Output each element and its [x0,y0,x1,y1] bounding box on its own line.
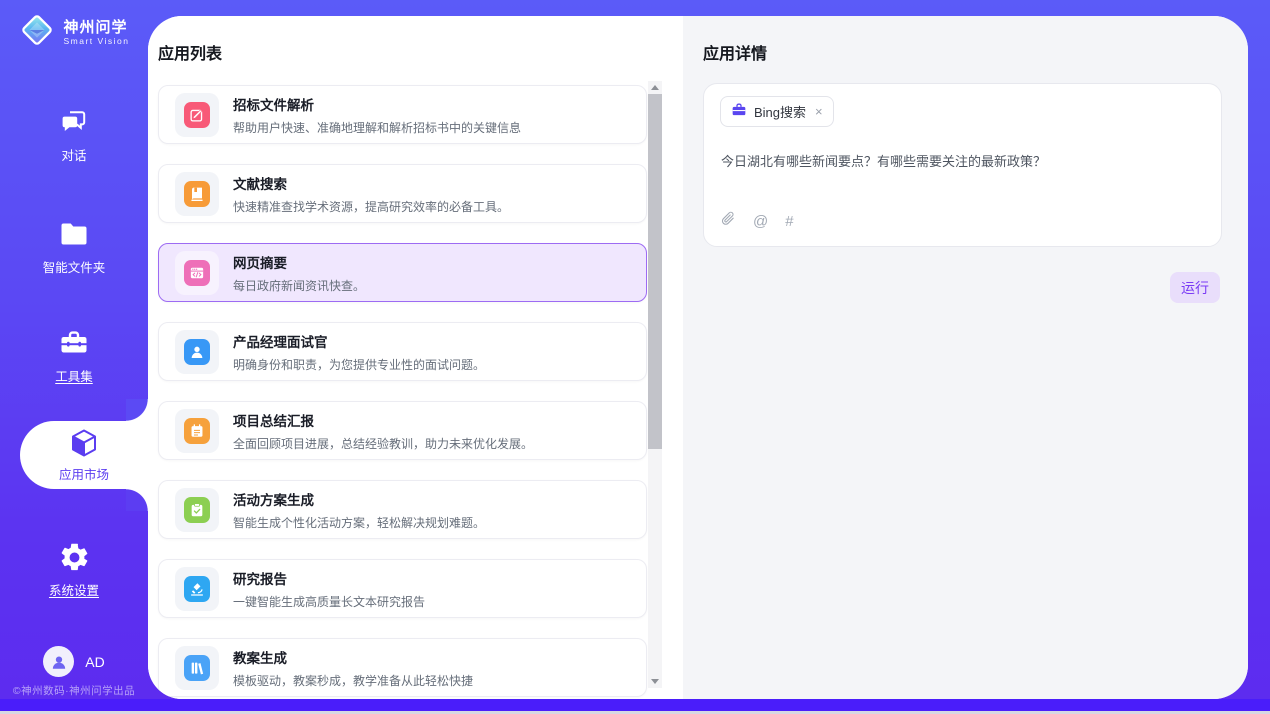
folder-icon [59,218,89,250]
run-button[interactable]: 运行 [1170,272,1220,303]
diamond-logo-icon [18,11,56,54]
gear-icon [58,541,91,573]
clipboard-check-icon [184,497,210,523]
briefcase-icon [731,102,747,122]
sidebar-item-工具集[interactable]: 工具集 [0,327,148,385]
sidebar-footer: ©神州数码·神州问学出品 [0,683,148,698]
app-card-title: 活动方案生成 [233,489,485,509]
app-card[interactable]: 研究报告 一键智能生成高质量长文本研究报告 [158,559,647,618]
person-icon [184,339,210,365]
app-card-desc: 快速精准查找学术资源，提高研究效率的必备工具。 [233,198,509,215]
close-icon[interactable]: × [815,104,823,119]
app-card-desc: 一键智能生成高质量长文本研究报告 [233,593,425,610]
app-card-title: 招标文件解析 [233,94,521,114]
toolbox-icon [58,327,90,359]
app-card[interactable]: 产品经理面试官 明确身份和职责，为您提供专业性的面试问题。 [158,322,647,381]
app-card[interactable]: 活动方案生成 智能生成个性化活动方案，轻松解决规划难题。 [158,480,647,539]
tool-tag-bing[interactable]: Bing搜索 × [720,96,834,127]
app-card-title: 网页摘要 [233,252,365,272]
scroll-up-icon[interactable] [648,81,662,94]
hash-icon[interactable]: # [785,214,793,229]
app-card-desc: 模板驱动，教案秒成，教学准备从此轻松快捷 [233,672,473,689]
app-card-title: 产品经理面试官 [233,331,485,351]
app-card[interactable]: 招标文件解析 帮助用户快速、准确地理解和解析招标书中的关键信息 [158,85,647,144]
scrollbar-thumb[interactable] [648,94,662,449]
app-card-title: 研究报告 [233,568,425,588]
cube-icon [68,427,100,459]
app-card[interactable]: 文献搜索 快速精准查找学术资源，提高研究效率的必备工具。 [158,164,647,223]
user-account[interactable]: AD [0,646,148,677]
app-card-desc: 每日政府新闻资讯快查。 [233,277,365,294]
main-content: 应用列表 招标文件解析 帮助用户快速、准确地理解和解析招标书中的关键信息 文献搜… [148,16,1248,699]
avatar [43,646,74,677]
app-card-desc: 明确身份和职责，为您提供专业性的面试问题。 [233,356,485,373]
note-icon [184,418,210,444]
sidebar-item-系统设置[interactable]: 系统设置 [0,541,148,599]
sidebar-item-智能文件夹[interactable]: 智能文件夹 [0,218,148,276]
prompt-card: Bing搜索 × 今日湖北有哪些新闻要点？有哪些需要关注的最新政策？ @ # [703,83,1222,247]
app-card-desc: 全面回顾项目进展，总结经验教训，助力未来优化发展。 [233,435,533,452]
bottom-bar [0,699,1270,711]
app-detail-panel: 应用详情 Bing搜索 × 今日湖北有哪些新闻要点？有哪些需要关注的最新政策？ [683,16,1248,699]
browser-icon [184,260,210,286]
app-card-title: 项目总结汇报 [233,410,533,430]
app-card-title: 教案生成 [233,647,473,667]
prompt-text[interactable]: 今日湖北有哪些新闻要点？有哪些需要关注的最新政策？ [721,153,1201,171]
microscope-icon [184,576,210,602]
brand-logo: 神州问学 Smart Vision [0,11,148,54]
app-card[interactable]: 教案生成 模板驱动，教案秒成，教学准备从此轻松快捷 [158,638,647,697]
app-card-desc: 帮助用户快速、准确地理解和解析招标书中的关键信息 [233,119,521,136]
sidebar: 神州问学 Smart Vision 对话 智能文件夹 工具集 应用市场 系统设置… [0,0,148,714]
app-card-title: 文献搜索 [233,173,509,193]
app-window: 神州问学 Smart Vision 对话 智能文件夹 工具集 应用市场 系统设置… [0,0,1270,714]
books-icon [184,655,210,681]
app-list: 招标文件解析 帮助用户快速、准确地理解和解析招标书中的关键信息 文献搜索 快速精… [158,85,647,699]
chat-icon [60,106,89,138]
app-card[interactable]: 网页摘要 每日政府新闻资讯快查。 [158,243,647,302]
at-icon[interactable]: @ [753,214,768,229]
book-icon [184,181,210,207]
scrollbar[interactable] [648,81,662,688]
brand-subtitle: Smart Vision [63,36,129,46]
app-card[interactable]: 项目总结汇报 全面回顾项目进展，总结经验教训，助力未来优化发展。 [158,401,647,460]
app-list-panel: 应用列表 招标文件解析 帮助用户快速、准确地理解和解析招标书中的关键信息 文献搜… [148,16,683,699]
scroll-down-icon[interactable] [648,675,662,688]
sidebar-item-对话[interactable]: 对话 [0,106,148,164]
prompt-toolbar: @ # [721,210,794,232]
user-initials: AD [85,654,104,670]
brand-name: 神州问学 [63,19,129,36]
edit-icon [184,102,210,128]
sidebar-item-应用市场[interactable]: 应用市场 [20,421,148,489]
app-list-title: 应用列表 [158,40,222,64]
tool-tag-label: Bing搜索 [754,102,806,121]
app-card-desc: 智能生成个性化活动方案，轻松解决规划难题。 [233,514,485,531]
paperclip-icon[interactable] [721,210,736,232]
app-detail-title: 应用详情 [703,40,767,64]
